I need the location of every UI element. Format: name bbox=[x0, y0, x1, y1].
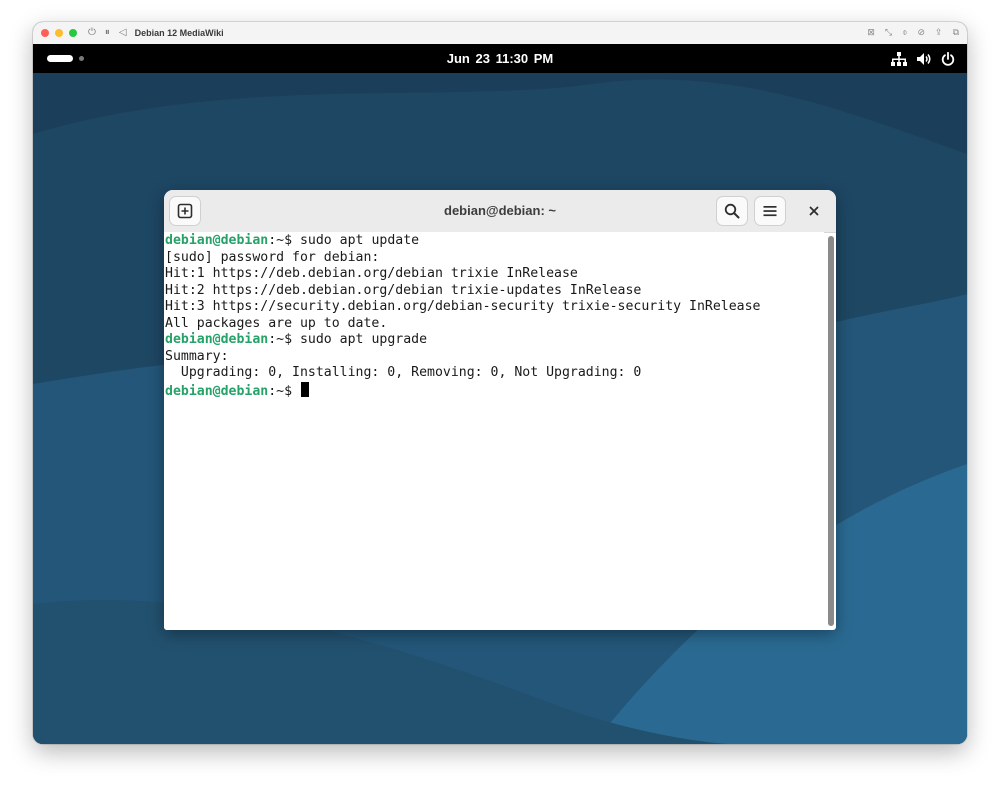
prompt-user-host: debian@debian bbox=[165, 332, 269, 347]
terminal-header-bar[interactable]: debian@debian: ~ bbox=[164, 190, 836, 233]
vm-display-icon[interactable]: ⊠ bbox=[867, 28, 875, 38]
terminal-output-line: Hit:2 https://deb.debian.org/debian trix… bbox=[165, 282, 642, 298]
vm-power-icon[interactable]: ⏻ bbox=[88, 22, 96, 44]
terminal-output-line: Upgrading: 0, Installing: 0, Removing: 0… bbox=[165, 365, 642, 380]
terminal-prompt-line: debian@debian:~$ bbox=[165, 381, 824, 399]
new-tab-icon bbox=[177, 203, 193, 219]
terminal-output-line: [sudo] password for debian: bbox=[165, 249, 380, 265]
text-cursor bbox=[300, 381, 309, 397]
vm-back-icon[interactable]: ◁ bbox=[119, 22, 127, 44]
vm-resize-icon[interactable]: ⤡ bbox=[885, 28, 892, 38]
volume-icon bbox=[917, 52, 931, 65]
scrollbar-thumb[interactable] bbox=[828, 236, 834, 626]
desktop: Jun 23 11:30 PM debian@debian: ~ debian@… bbox=[33, 44, 967, 744]
vm-usb-icon[interactable]: ⌽ bbox=[902, 28, 907, 38]
prompt-suffix: :~$ bbox=[268, 332, 300, 347]
search-button[interactable] bbox=[717, 197, 747, 225]
close-icon bbox=[809, 206, 819, 216]
power-icon bbox=[941, 51, 955, 66]
clock-date: Jun 23 bbox=[446, 51, 490, 66]
command-text: sudo apt update bbox=[299, 233, 420, 248]
vm-titlebar: ⏻ ⏸ ◁ Debian 12 MediaWiki ⊠ ⤡ ⌽ ⊘ ⇪ ⧉ bbox=[33, 22, 967, 45]
gnome-top-bar: Jun 23 11:30 PM bbox=[33, 44, 967, 73]
system-tray[interactable] bbox=[891, 44, 955, 73]
prompt-suffix: :~$ bbox=[268, 383, 300, 399]
terminal-output-line: All packages are up to date. bbox=[165, 315, 388, 331]
prompt-suffix: :~$ bbox=[268, 233, 300, 248]
clock[interactable]: Jun 23 11:30 PM bbox=[33, 44, 967, 73]
terminal-prompt-line: debian@debian:~$ sudo apt update bbox=[165, 233, 824, 250]
vm-toolbar: ⊠ ⤡ ⌽ ⊘ ⇪ ⧉ bbox=[867, 22, 959, 44]
vm-pause-icon[interactable]: ⏸ bbox=[105, 22, 110, 44]
terminal-prompt-line: debian@debian:~$ sudo apt upgrade bbox=[165, 332, 824, 349]
zoom-window-button[interactable] bbox=[69, 29, 77, 37]
terminal-output[interactable]: debian@debian:~$ sudo apt update [sudo] p… bbox=[164, 232, 824, 630]
vm-share-icon[interactable]: ⇪ bbox=[935, 28, 943, 38]
prompt-user-host: debian@debian bbox=[165, 383, 269, 399]
window-controls bbox=[41, 29, 77, 37]
minimize-window-button[interactable] bbox=[55, 29, 63, 37]
search-icon bbox=[724, 203, 740, 219]
terminal-scrollbar[interactable] bbox=[828, 236, 834, 626]
menu-button[interactable] bbox=[755, 197, 785, 225]
hamburger-menu-icon bbox=[763, 206, 777, 217]
vm-windows-icon[interactable]: ⧉ bbox=[953, 28, 959, 38]
new-tab-button[interactable] bbox=[170, 197, 200, 225]
command-text: sudo apt upgrade bbox=[299, 332, 428, 347]
prompt-user-host: debian@debian bbox=[165, 233, 269, 248]
terminal-output-line: Summary: bbox=[165, 348, 229, 364]
close-window-button[interactable] bbox=[41, 29, 49, 37]
close-terminal-button[interactable] bbox=[806, 203, 822, 219]
network-wired-icon bbox=[891, 51, 907, 66]
vm-window-title: Debian 12 MediaWiki bbox=[134, 28, 224, 38]
terminal-output-line: Hit:1 https://deb.debian.org/debian trix… bbox=[165, 266, 578, 281]
terminal-output-line: Hit:3 https://security.debian.org/debian… bbox=[165, 299, 761, 314]
terminal-window[interactable]: debian@debian: ~ debian@debian:~$ sudo a… bbox=[164, 190, 836, 630]
vm-disk-icon[interactable]: ⊘ bbox=[917, 28, 925, 38]
clock-time: 11:30 PM bbox=[495, 51, 554, 66]
vm-window: ⏻ ⏸ ◁ Debian 12 MediaWiki ⊠ ⤡ ⌽ ⊘ ⇪ ⧉ Ju… bbox=[33, 22, 967, 744]
